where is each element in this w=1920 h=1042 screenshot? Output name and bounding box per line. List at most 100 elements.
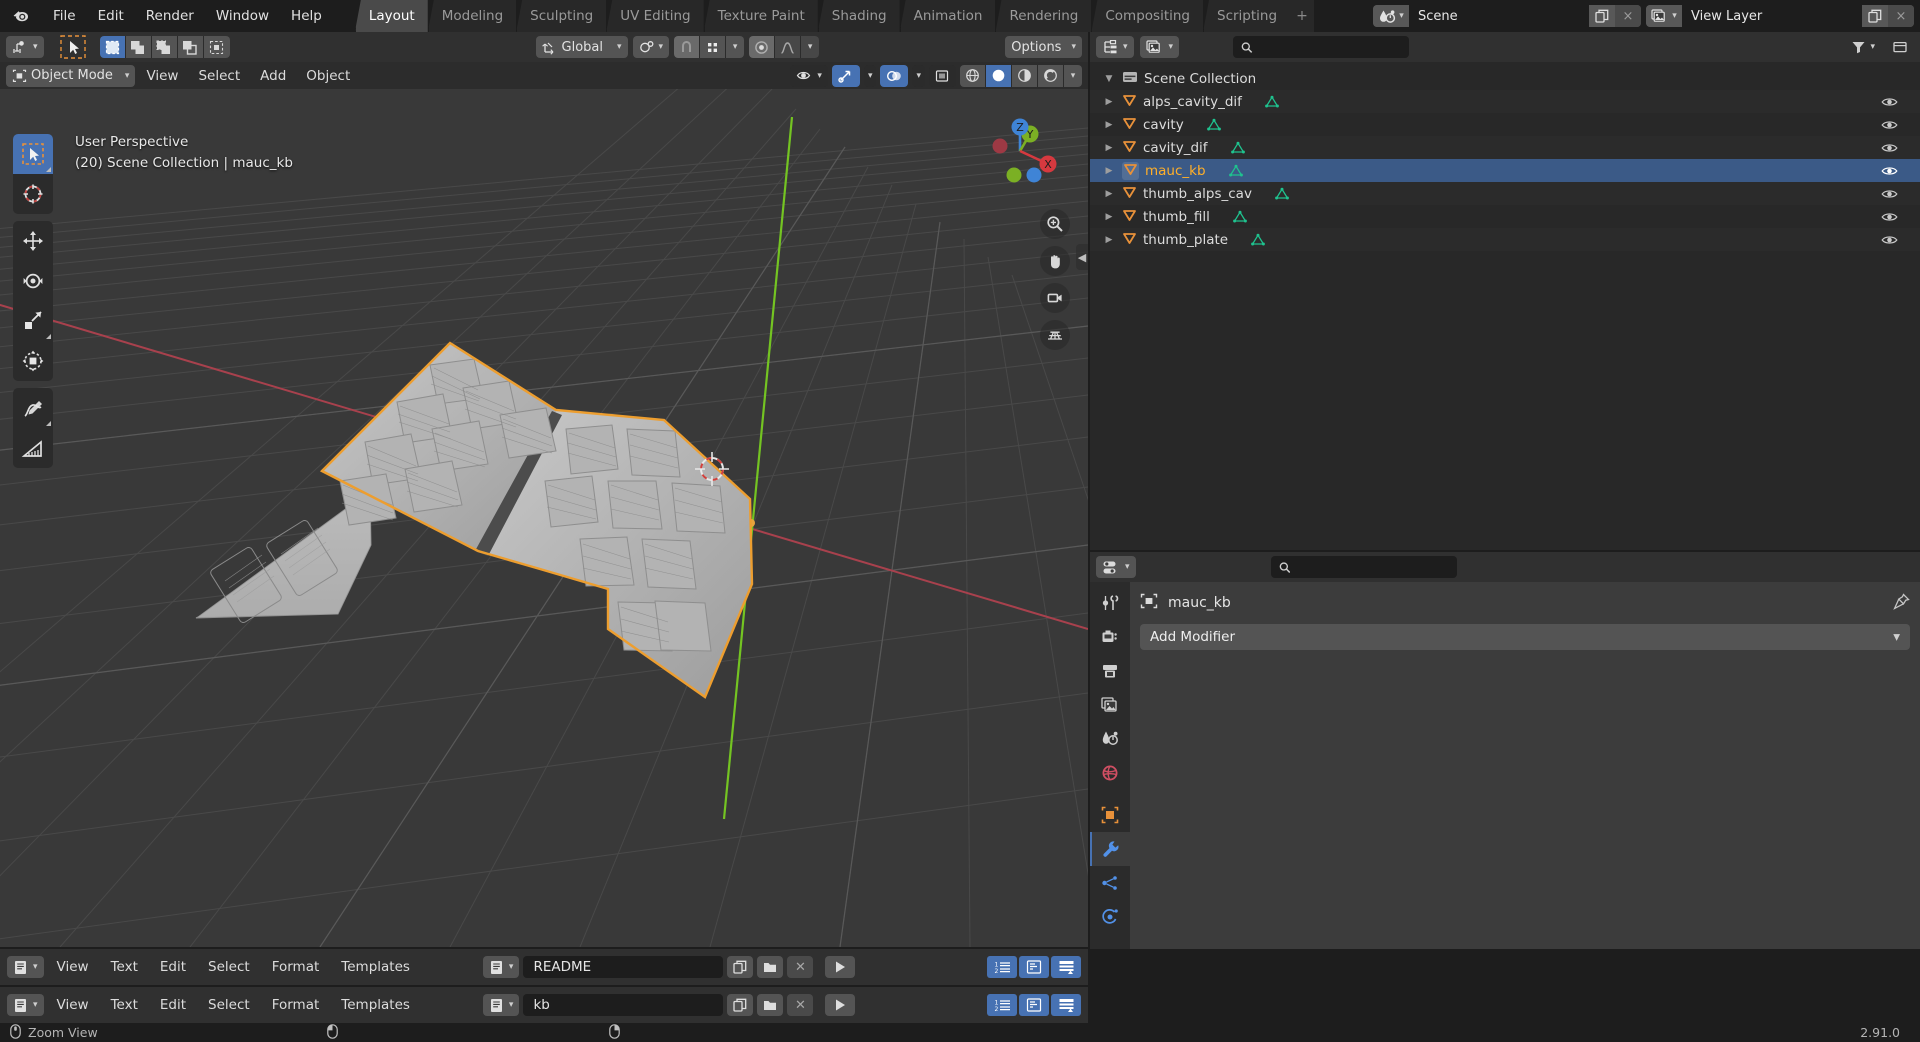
tweak-tool-indicator[interactable] bbox=[59, 35, 86, 59]
move-tool[interactable] bbox=[13, 221, 53, 261]
disclosure-icon[interactable]: ▶ bbox=[1102, 212, 1116, 222]
modifier-tab[interactable] bbox=[1090, 832, 1130, 866]
physics-tab[interactable] bbox=[1090, 900, 1130, 934]
viewport-menu-add[interactable]: Add bbox=[251, 66, 295, 86]
view-layer-name[interactable]: View Layer bbox=[1682, 5, 1862, 27]
shading-solid-icon[interactable] bbox=[986, 64, 1012, 87]
outliner-item-cavity[interactable]: ▶ cavity bbox=[1090, 113, 1920, 136]
visibility-eye-icon[interactable] bbox=[1881, 142, 1898, 154]
object-tab[interactable] bbox=[1090, 798, 1130, 832]
particles-tab[interactable] bbox=[1090, 866, 1130, 900]
viewport-menu-select[interactable]: Select bbox=[189, 66, 249, 86]
text2-datablock-selector[interactable]: ▾ bbox=[482, 994, 520, 1016]
text-editor-2[interactable]: ▾ View Text Edit Select Format Templates… bbox=[0, 985, 1088, 1023]
viewport-canvas[interactable]: User Perspective (20) Scene Collection |… bbox=[0, 89, 1088, 947]
tab-shading[interactable]: Shading bbox=[817, 0, 900, 32]
tab-layout[interactable]: Layout bbox=[354, 0, 428, 32]
overlays-toggle[interactable] bbox=[880, 64, 909, 87]
new-text-icon[interactable] bbox=[727, 956, 754, 978]
outliner-item-mauc_kb[interactable]: ▶ mauc_kb bbox=[1090, 159, 1920, 182]
shading-material-icon[interactable] bbox=[1012, 64, 1038, 87]
delete-scene-icon[interactable]: × bbox=[1615, 5, 1641, 27]
mesh-data-icon[interactable] bbox=[1250, 233, 1266, 247]
mesh-data-icon[interactable] bbox=[1232, 210, 1248, 224]
transform-tool[interactable] bbox=[13, 341, 53, 381]
falloff-curve-icon[interactable] bbox=[775, 36, 802, 58]
new-text-icon[interactable] bbox=[727, 994, 754, 1016]
object-mode-selector[interactable]: Object Mode ▾ bbox=[6, 64, 136, 87]
shading-rendered-icon[interactable] bbox=[1038, 64, 1064, 87]
rotate-tool[interactable] bbox=[13, 261, 53, 301]
proportional-edit-icon[interactable] bbox=[749, 36, 776, 58]
viewport-menu-object[interactable]: Object bbox=[297, 66, 359, 86]
outliner-scene-collection-row[interactable]: ▼ Scene Collection bbox=[1090, 67, 1920, 90]
add-modifier-button[interactable]: Add Modifier ▾ bbox=[1140, 624, 1910, 650]
disclosure-icon[interactable]: ▶ bbox=[1102, 120, 1116, 130]
select-set-icon[interactable] bbox=[99, 36, 126, 58]
viewport-toolbar[interactable] bbox=[13, 134, 53, 475]
render-tab[interactable] bbox=[1090, 620, 1130, 654]
tweak-select-tool[interactable] bbox=[13, 134, 53, 174]
new-view-layer-icon[interactable] bbox=[1862, 5, 1888, 27]
visibility-eye-icon[interactable] bbox=[1881, 211, 1898, 223]
menu-render[interactable]: Render bbox=[135, 5, 205, 27]
outliner-item-thumb_plate[interactable]: ▶ thumb_plate bbox=[1090, 228, 1920, 251]
text2-menu-templates[interactable]: Templates bbox=[332, 995, 419, 1015]
outliner-editor[interactable]: ▾ ▾ ▾ ▼ Scene Collection ▶ alps_cavity_d… bbox=[1088, 32, 1920, 550]
mesh-data-icon[interactable] bbox=[1206, 118, 1222, 132]
disclosure-icon[interactable]: ▶ bbox=[1102, 189, 1116, 199]
shading-mode-group[interactable]: ▾ bbox=[960, 64, 1082, 87]
text2-menu-format[interactable]: Format bbox=[263, 995, 329, 1015]
text2-menu-view[interactable]: View bbox=[48, 995, 98, 1015]
overlays-dropdown[interactable]: ▾ bbox=[912, 64, 925, 87]
scene-tab[interactable] bbox=[1090, 722, 1130, 756]
add-workspace-button[interactable]: + bbox=[1290, 0, 1315, 32]
viewport-menu-view[interactable]: View bbox=[137, 66, 187, 86]
run-script-icon[interactable] bbox=[825, 994, 856, 1016]
properties-editor[interactable]: ▾ mauc_kb Add Modifier ▾ bbox=[1088, 550, 1920, 949]
outliner-new-collection-icon[interactable] bbox=[1887, 36, 1914, 58]
open-text-icon[interactable] bbox=[757, 994, 784, 1016]
visibility-eye-icon[interactable] bbox=[1881, 165, 1898, 177]
outliner-search-field[interactable] bbox=[1258, 40, 1402, 54]
text1-menu-text[interactable]: Text bbox=[102, 957, 147, 977]
tab-texture-paint[interactable]: Texture Paint bbox=[703, 0, 818, 32]
cursor-tool[interactable] bbox=[13, 174, 53, 214]
text1-filename[interactable]: README bbox=[523, 956, 724, 978]
outliner-item-thumb_fill[interactable]: ▶ thumb_fill bbox=[1090, 205, 1920, 228]
text2-menu-select[interactable]: Select bbox=[199, 995, 259, 1015]
menu-window[interactable]: Window bbox=[205, 5, 280, 27]
pin-icon[interactable] bbox=[1893, 592, 1910, 614]
mesh-data-icon[interactable] bbox=[1274, 187, 1290, 201]
proportional-edit-group[interactable]: ▾ bbox=[749, 36, 820, 58]
properties-search-field[interactable] bbox=[1296, 560, 1449, 574]
disclosure-icon[interactable]: ▶ bbox=[1102, 97, 1116, 107]
word-wrap-icon[interactable] bbox=[1019, 994, 1049, 1016]
tool-tab[interactable] bbox=[1090, 586, 1130, 620]
text1-menu-format[interactable]: Format bbox=[263, 957, 329, 977]
hand-icon[interactable] bbox=[1040, 246, 1070, 276]
text1-menu-templates[interactable]: Templates bbox=[332, 957, 419, 977]
scale-tool[interactable] bbox=[13, 301, 53, 341]
text1-datablock-selector[interactable]: ▾ bbox=[482, 956, 520, 978]
grid-icon[interactable] bbox=[1040, 320, 1070, 350]
text2-menu-edit[interactable]: Edit bbox=[151, 995, 195, 1015]
falloff-dropdown-icon[interactable]: ▾ bbox=[801, 36, 820, 58]
tab-modeling[interactable]: Modeling bbox=[427, 0, 517, 32]
output-tab[interactable] bbox=[1090, 654, 1130, 688]
visibility-eye-icon[interactable] bbox=[1881, 96, 1898, 108]
view-layer-tab[interactable] bbox=[1090, 688, 1130, 722]
viewport-nav-buttons[interactable] bbox=[1040, 209, 1070, 350]
line-numbers-icon[interactable]: 12 bbox=[987, 956, 1017, 978]
select-invert-icon[interactable] bbox=[177, 36, 204, 58]
measure-tool[interactable] bbox=[13, 428, 53, 468]
camera-icon[interactable] bbox=[1040, 283, 1070, 313]
outliner-display-mode-selector[interactable]: ▾ bbox=[1139, 36, 1180, 58]
outliner-editor-type-selector[interactable]: ▾ bbox=[1096, 36, 1134, 58]
word-wrap-icon[interactable] bbox=[1019, 956, 1049, 978]
gizmo-dropdown[interactable]: ▾ bbox=[863, 64, 877, 87]
outliner-item-thumb_alps_cav[interactable]: ▶ thumb_alps_cav bbox=[1090, 182, 1920, 205]
text-editor-1[interactable]: ▾ View Text Edit Select Format Templates… bbox=[0, 947, 1088, 985]
properties-search-input[interactable] bbox=[1270, 556, 1457, 578]
menu-edit[interactable]: Edit bbox=[87, 5, 135, 27]
